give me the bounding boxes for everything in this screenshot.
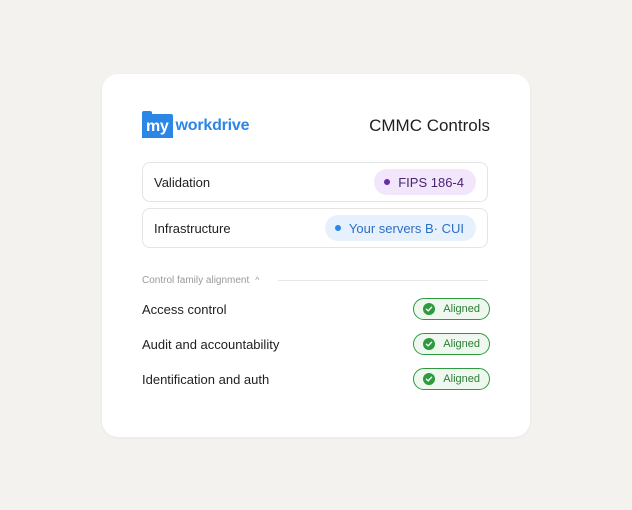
status-badge: Aligned	[413, 298, 490, 320]
status-text: Aligned	[443, 338, 480, 350]
control-item-audit: Audit and accountability Aligned	[142, 332, 490, 356]
card-title: CMMC Controls	[369, 116, 490, 135]
status-text: Aligned	[443, 303, 480, 315]
section-divider	[277, 279, 488, 281]
dot-icon	[384, 179, 391, 185]
status-badge: Aligned	[413, 333, 490, 355]
dot-icon	[334, 225, 341, 231]
infrastructure-row: Infrastructure Your servers B· CUI	[142, 208, 488, 248]
fips-pill-text: FIPS 186-4	[398, 174, 464, 190]
check-circle-icon	[423, 303, 436, 315]
logo: my workdrive	[142, 111, 250, 138]
validation-label: Validation	[154, 174, 211, 190]
check-circle-icon	[423, 338, 436, 350]
control-label: Audit and accountability	[142, 336, 280, 352]
chevron-up-icon[interactable]: ^	[255, 275, 259, 285]
check-circle-icon	[423, 373, 436, 385]
fips-pill: FIPS 186-4	[374, 169, 476, 195]
control-item-identification: Identification and auth Aligned	[142, 367, 490, 391]
infrastructure-label: Infrastructure	[154, 220, 231, 236]
logo-my-box: my	[142, 111, 173, 138]
validation-row: Validation FIPS 186-4	[142, 162, 488, 202]
logo-wordmark: workdrive	[175, 117, 250, 134]
section-label: Control family alignment	[142, 274, 250, 286]
servers-pill: Your servers B· CUI	[324, 215, 476, 241]
control-label: Access control	[142, 301, 227, 317]
control-item-access: Access control Aligned	[142, 297, 490, 321]
servers-pill-text: Your servers B· CUI	[348, 220, 464, 236]
control-family-toggle[interactable]: Control family alignment ^	[142, 274, 488, 286]
cmmc-card: my workdrive CMMC Controls Validation FI…	[102, 74, 530, 437]
status-badge: Aligned	[413, 368, 490, 390]
status-text: Aligned	[443, 373, 480, 385]
control-label: Identification and auth	[142, 371, 270, 387]
